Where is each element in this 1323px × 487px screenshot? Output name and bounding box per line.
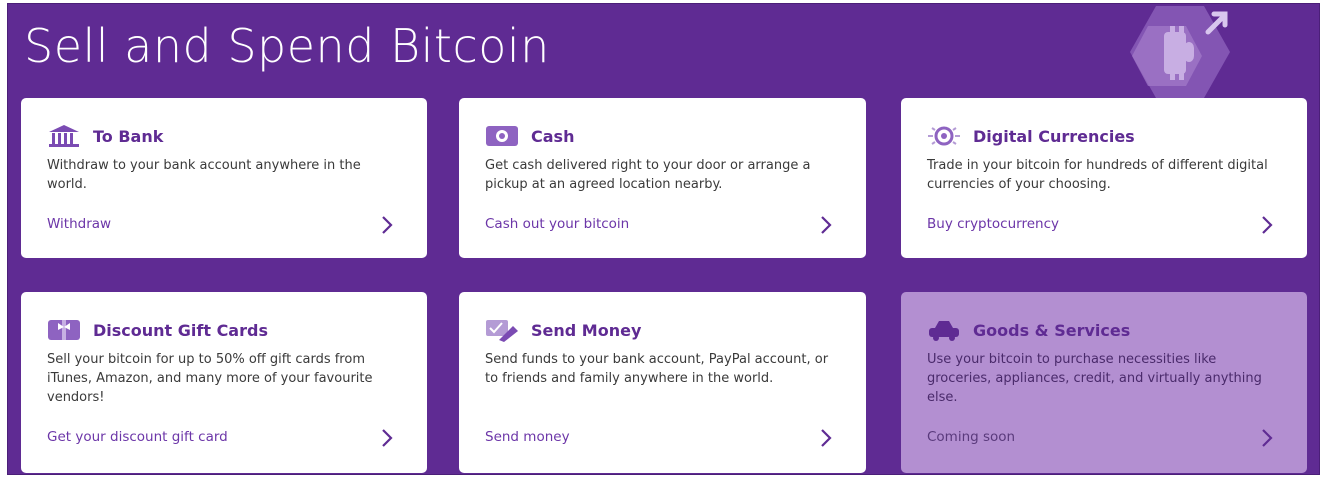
card-title: To Bank <box>93 126 164 146</box>
gift-card-icon <box>47 317 81 343</box>
chevron-right-icon[interactable] <box>820 429 832 447</box>
cash-out-link[interactable]: Cash out your bitcoin <box>485 216 629 232</box>
card-digital-currencies[interactable]: Digital Currencies Trade in your bitcoin… <box>901 98 1307 258</box>
car-icon <box>927 317 961 343</box>
card-title: Goods & Services <box>973 320 1131 340</box>
card-description: Trade in your bitcoin for hundreds of di… <box>927 158 1268 192</box>
card-description: Send funds to your bank account, PayPal … <box>485 352 829 386</box>
chevron-right-icon[interactable] <box>1261 216 1273 234</box>
send-money-link[interactable]: Send money <box>485 429 570 445</box>
chevron-right-icon[interactable] <box>381 216 393 234</box>
card-title: Discount Gift Cards <box>93 320 268 340</box>
page-title: Sell and Spend Bitcoin <box>24 19 550 73</box>
bank-icon <box>47 123 81 149</box>
chevron-right-icon[interactable] <box>381 429 393 447</box>
card-title: Digital Currencies <box>973 126 1135 146</box>
withdraw-link[interactable]: Withdraw <box>47 216 111 232</box>
sell-spend-panel: Sell and Spend Bitcoin To Bank Withdraw … <box>7 3 1320 475</box>
card-cash[interactable]: Cash Get cash delivered right to your do… <box>459 98 866 258</box>
card-description: Get cash delivered right to your door or… <box>485 158 811 192</box>
bitcoin-logo-icon <box>1130 6 1230 98</box>
send-money-icon <box>485 317 519 343</box>
card-to-bank[interactable]: To Bank Withdraw to your bank account an… <box>21 98 427 258</box>
card-description: Sell your bitcoin for up to 50% off gift… <box>47 352 373 405</box>
discount-gift-card-link[interactable]: Get your discount gift card <box>47 429 228 445</box>
chevron-right-icon[interactable] <box>820 216 832 234</box>
card-description: Withdraw to your bank account anywhere i… <box>47 158 361 192</box>
card-discount-gift-cards[interactable]: Discount Gift Cards Sell your bitcoin fo… <box>21 292 427 473</box>
coming-soon-link: Coming soon <box>927 429 1016 445</box>
card-goods-services: Goods & Services Use your bitcoin to pur… <box>901 292 1307 473</box>
chevron-right-icon <box>1262 429 1273 447</box>
cash-icon <box>485 123 519 149</box>
card-description: Use your bitcoin to purchase necessities… <box>927 352 1262 405</box>
card-title: Send Money <box>531 320 642 340</box>
card-send-money[interactable]: Send Money Send funds to your bank accou… <box>459 292 866 473</box>
card-title: Cash <box>531 126 575 146</box>
digital-currency-icon <box>927 123 961 149</box>
buy-cryptocurrency-link[interactable]: Buy cryptocurrency <box>927 216 1059 232</box>
